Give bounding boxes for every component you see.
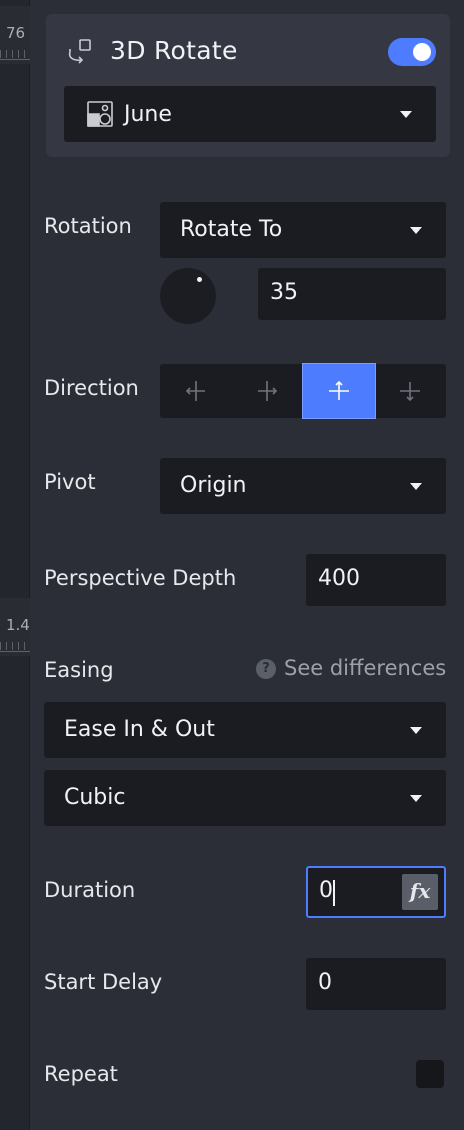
effect-title: 3D Rotate — [110, 36, 238, 65]
chevron-down-icon — [400, 111, 412, 118]
see-differences-link[interactable]: See differences — [284, 656, 446, 680]
pivot-label: Pivot — [44, 470, 96, 494]
start-delay-value: 0 — [318, 970, 332, 995]
direction-label: Direction — [44, 376, 139, 400]
question-circle-icon[interactable]: ? — [256, 659, 276, 679]
perspective-depth-label: Perspective Depth — [44, 566, 237, 590]
timeline-ruler-mid: 1.4 — [0, 598, 30, 656]
chevron-down-icon — [410, 483, 422, 490]
pivot-select[interactable]: Origin — [160, 458, 446, 514]
start-delay-label: Start Delay — [44, 970, 163, 994]
dial-indicator — [197, 277, 202, 282]
rotation-mode-select[interactable]: Rotate To — [160, 202, 446, 258]
start-delay-input[interactable]: 0 — [306, 958, 446, 1010]
rotation-angle-value: 35 — [270, 280, 298, 305]
chevron-down-icon — [410, 727, 422, 734]
rotate-3d-icon — [68, 39, 91, 64]
easing-type-select[interactable]: Cubic — [44, 770, 446, 826]
direction-option-3[interactable] — [302, 363, 376, 419]
easing-type-value: Cubic — [64, 785, 126, 810]
rotate-horizontal-left-icon — [185, 381, 205, 401]
duration-value: 0 — [319, 878, 333, 903]
expression-button[interactable]: fx — [402, 874, 438, 910]
perspective-depth-input[interactable]: 400 — [306, 554, 446, 606]
chevron-down-icon — [410, 795, 422, 802]
rotation-angle-dial[interactable] — [160, 268, 216, 324]
duration-input[interactable]: 0 fx — [306, 866, 446, 918]
rotation-label: Rotation — [44, 214, 132, 238]
rotation-angle-input[interactable]: 35 — [258, 268, 446, 320]
effect-header-card: 3D Rotate June — [46, 14, 450, 157]
toggle-knob — [413, 43, 431, 61]
target-layer-label: June — [124, 102, 172, 127]
easing-label: Easing — [44, 658, 114, 682]
repeat-label: Repeat — [44, 1062, 118, 1086]
ruler-value-mid: 1.4 — [6, 616, 30, 634]
timeline-ruler-top: 76 — [0, 6, 30, 64]
ruler-value-top: 76 — [6, 24, 26, 42]
image-shapes-icon — [87, 101, 113, 127]
text-cursor — [333, 880, 335, 906]
effect-enabled-toggle[interactable] — [388, 38, 436, 66]
easing-curve-select[interactable]: Ease In & Out — [44, 702, 446, 758]
pivot-value: Origin — [180, 473, 247, 498]
easing-curve-value: Ease In & Out — [64, 717, 215, 742]
target-layer-select[interactable]: June — [64, 86, 436, 142]
direction-option-4[interactable] — [375, 364, 447, 418]
rotation-mode-value: Rotate To — [180, 217, 283, 242]
direction-segmented-control — [160, 363, 447, 419]
timeline-strip: 76 1.4 — [0, 0, 30, 1130]
direction-option-1[interactable] — [160, 364, 232, 418]
chevron-down-icon — [410, 227, 422, 234]
direction-option-2[interactable] — [232, 364, 304, 418]
rotate-horizontal-right-icon — [258, 381, 278, 401]
duration-label: Duration — [44, 878, 136, 902]
perspective-depth-value: 400 — [318, 566, 360, 591]
rotate-vertical-down-icon — [400, 382, 421, 402]
repeat-checkbox[interactable] — [416, 1060, 444, 1088]
rotate-vertical-up-icon — [328, 380, 349, 400]
